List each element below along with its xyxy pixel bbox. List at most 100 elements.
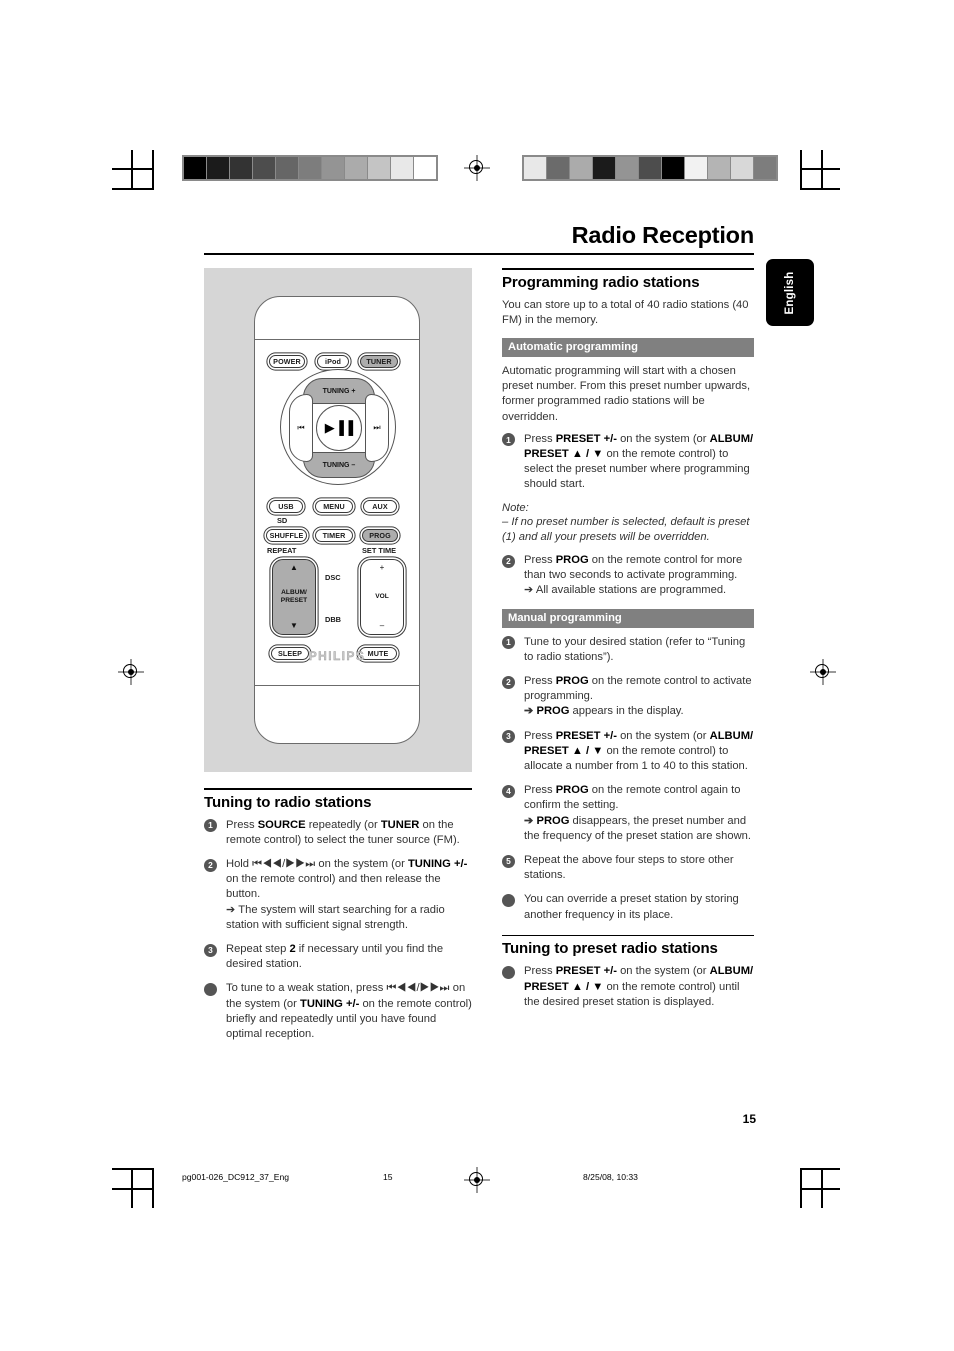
step-number-marker: 4 — [502, 784, 515, 798]
language-tab-label: English — [784, 271, 796, 314]
step-number-marker: 1 — [502, 433, 515, 447]
philips-logo: PHILIPS — [308, 649, 366, 663]
remote-body: POWER iPod TUNER TUNING + TUNING – ⏮ ⏭ ▶… — [254, 296, 420, 744]
section-rule — [204, 788, 472, 790]
step-text: Press PRESET +/- on the system (or ALBUM… — [524, 965, 754, 1008]
sd-label: SD — [277, 516, 288, 525]
note-body: – If no preset number is selected, defau… — [502, 515, 750, 543]
tuning-to-radio-stations-section: Tuning to radio stations 1 Press SOURCE r… — [204, 788, 472, 1042]
album-preset-up-icon[interactable]: ▲ — [290, 564, 298, 572]
instruction-step: 1 Tune to your desired station (refer to … — [502, 635, 754, 665]
instruction-step: 2 Press PROG on the remote control for mo… — [502, 553, 754, 599]
auto-steps-first: 1 Press PRESET +/- on the system (or ALBU… — [502, 432, 754, 493]
step-text: Press SOURCE repeatedly (or TUNER on the… — [226, 818, 460, 846]
usb-button[interactable]: USB — [269, 500, 303, 513]
section-rule-programming — [502, 268, 754, 270]
manual-steps-list: 1 Tune to your desired station (refer to … — [502, 635, 754, 923]
previous-track-icon[interactable]: ⏮ — [289, 394, 313, 462]
timer-button[interactable]: TIMER — [315, 529, 353, 542]
note-title: Note: — [502, 501, 529, 514]
set-time-label: SET TIME — [362, 546, 397, 555]
shuffle-button[interactable]: SHUFFLE — [266, 529, 307, 542]
step-text: Press PRESET +/- on the system (or ALBUM… — [524, 729, 754, 773]
step-result-line: ➔ The system will start searching for a … — [226, 903, 445, 931]
section-heading-programming: Programming radio stations — [502, 273, 700, 291]
repeat-label: REPEAT — [267, 546, 297, 555]
section-rule-preset — [502, 934, 754, 937]
dsc-label: DSC — [325, 573, 341, 582]
step-number-marker: 1 — [204, 819, 217, 833]
instruction-step: 5 Repeat the above four steps to store ot… — [502, 853, 754, 883]
step-number-marker: 3 — [204, 943, 217, 957]
navigation-wheel[interactable]: TUNING + TUNING – ⏮ ⏭ ▶▐▐ — [280, 369, 396, 485]
automatic-programming-intro: Automatic programming will start with a … — [502, 365, 751, 423]
dbb-label: DBB — [325, 615, 342, 624]
step-number-marker: 3 — [502, 730, 515, 744]
step-text: Repeat step 2 if necessary until you fin… — [226, 943, 444, 971]
remote-control-figure: POWER iPod TUNER TUNING + TUNING – ⏮ ⏭ ▶… — [204, 268, 472, 772]
remote-seam-top — [255, 339, 419, 340]
left-column: POWER iPod TUNER TUNING + TUNING – ⏮ ⏭ ▶… — [204, 268, 472, 1051]
language-tab: English — [766, 259, 814, 326]
step-bullet-marker — [204, 982, 217, 996]
step-text: Press PROG on the remote control to acti… — [524, 674, 754, 720]
auto-steps-second: 2 Press PROG on the remote control for mo… — [502, 553, 754, 599]
page-content: Radio Reception English POWER iPod TUNER… — [0, 0, 954, 1351]
instruction-step: 1 Press PRESET +/- on the system (or ALBU… — [502, 432, 754, 493]
bar-automatic-programming: Automatic programming — [502, 338, 754, 357]
instruction-step: You can override a preset station by sto… — [502, 892, 754, 922]
next-track-icon[interactable]: ⏭ — [365, 394, 389, 462]
step-number-marker: 2 — [502, 554, 515, 568]
tuner-button[interactable]: TUNER — [360, 355, 398, 368]
instruction-step: To tune to a weak station, press ⏮◀◀/▶▶⏭… — [204, 981, 472, 1042]
footer-page: 15 — [383, 1172, 393, 1182]
section-heading-tuning-radio: Tuning to radio stations — [204, 793, 372, 811]
step-number-marker: 1 — [502, 636, 515, 650]
instruction-step: 1 Press SOURCE repeatedly (or TUNER on th… — [204, 818, 472, 848]
programming-intro: You can store up to a total of 40 radio … — [502, 298, 749, 326]
prog-button[interactable]: PROG — [362, 529, 398, 542]
album-preset-label-line2: PRESET — [280, 597, 308, 604]
step-result-line: ➔ PROG disappears, the preset number and… — [524, 814, 751, 842]
volume-up-icon[interactable]: + — [380, 564, 385, 572]
left-steps-list: 1 Press SOURCE repeatedly (or TUNER on th… — [204, 818, 472, 1043]
album-preset-down-icon[interactable]: ▼ — [290, 622, 298, 630]
step-text: You can override a preset station by sto… — [524, 893, 739, 921]
album-preset-rocker[interactable]: ▲ ALBUM/ PRESET ▼ — [272, 559, 316, 635]
step-text: To tune to a weak station, press ⏮◀◀/▶▶⏭… — [226, 982, 472, 1041]
step-bullet-marker — [502, 893, 515, 907]
instruction-step: 4 Press PROG on the remote control again … — [502, 783, 754, 844]
bar-manual-programming: Manual programming — [502, 608, 754, 628]
power-button[interactable]: POWER — [269, 355, 305, 368]
volume-label: VOL — [375, 593, 389, 601]
aux-button[interactable]: AUX — [363, 500, 397, 513]
step-number-marker: 5 — [502, 854, 515, 868]
ipod-button[interactable]: iPod — [317, 355, 349, 368]
remote-seam-bottom — [255, 685, 419, 686]
step-number-marker: 2 — [502, 675, 515, 689]
instruction-step: 2 Hold ⏮◀◀/▶▶⏭ on the system (or TUNING +… — [204, 857, 472, 933]
play-pause-icon[interactable]: ▶▐▐ — [316, 405, 362, 451]
step-result-line: ➔ PROG appears in the display. — [524, 705, 684, 718]
step-result-line: ➔ All available stations are programmed. — [524, 584, 727, 597]
instruction-step: Press PRESET +/- on the system (or ALBUM… — [502, 964, 754, 1010]
step-bullet-marker — [502, 965, 515, 979]
step-text: Hold ⏮◀◀/▶▶⏭ on the system (or TUNING +/… — [226, 857, 472, 933]
volume-rocker[interactable]: + VOL – — [360, 559, 404, 635]
footer-timestamp: 8/25/08, 10:33 — [583, 1172, 638, 1182]
step-text: Tune to your desired station (refer to “… — [524, 635, 746, 663]
tuning-to-preset-section: Tuning to preset radio stations Press PR… — [502, 934, 754, 1010]
step-text: Press PRESET +/- on the system (or ALBUM… — [524, 432, 754, 491]
footer-filename: pg001-026_DC912_37_Eng — [182, 1172, 290, 1182]
section-heading-preset-tuning: Tuning to preset radio stations — [502, 940, 718, 958]
instruction-step: 3 Repeat step 2 if necessary until you fi… — [204, 942, 472, 972]
instruction-step: 2 Press PROG on the remote control to act… — [502, 674, 754, 720]
step-text: Repeat the above four steps to store oth… — [524, 854, 734, 882]
page-number: 15 — [742, 1112, 756, 1126]
step-number-marker: 2 — [204, 858, 217, 872]
page-title: Radio Reception — [571, 222, 755, 248]
volume-down-icon[interactable]: – — [380, 621, 384, 630]
menu-button[interactable]: MENU — [315, 500, 353, 513]
right-column: Programming radio stations You can store… — [502, 268, 754, 1019]
album-preset-label-line1: ALBUM/ — [281, 589, 307, 597]
